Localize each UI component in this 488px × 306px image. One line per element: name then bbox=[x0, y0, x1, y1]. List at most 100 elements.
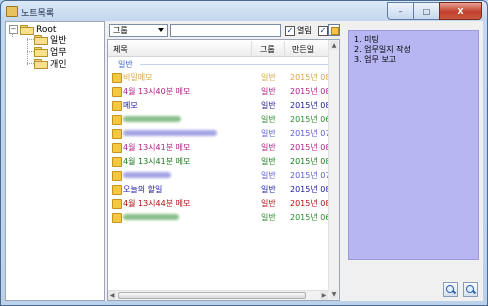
open-checkbox-label: 열림 bbox=[297, 26, 312, 35]
redacted-title bbox=[123, 172, 171, 178]
note-title: 4월 13시40분 메모 bbox=[123, 87, 191, 96]
note-created-date: 2015년 08월 bbox=[290, 73, 328, 82]
note-category: 일반 bbox=[261, 143, 276, 152]
note-created-date: 2015년 08월 bbox=[290, 87, 328, 96]
column-divider[interactable] bbox=[284, 41, 285, 55]
note-icon bbox=[112, 87, 122, 97]
list-header: 제목 그룹 만든일 bbox=[108, 40, 339, 57]
note-created-date: 2015년 08월 bbox=[290, 157, 328, 166]
group-header: 일반 bbox=[118, 60, 133, 69]
note-category: 일반 bbox=[261, 213, 276, 222]
vertical-scrollbar[interactable]: ▲ ▼ bbox=[328, 40, 339, 300]
window-controls: – □ X bbox=[387, 2, 482, 20]
tree-connector bbox=[27, 39, 34, 40]
note-icon bbox=[112, 101, 122, 111]
column-category[interactable]: 그룹 bbox=[260, 44, 275, 55]
redacted-title bbox=[123, 116, 181, 122]
note-category: 일반 bbox=[261, 101, 276, 110]
tree-connector bbox=[27, 51, 34, 52]
tree-node-personal[interactable]: 개인 bbox=[34, 58, 67, 70]
scroll-down-icon[interactable]: ▼ bbox=[330, 290, 338, 299]
group-divider bbox=[140, 64, 330, 65]
open-checkbox[interactable]: ✓ bbox=[285, 26, 295, 36]
secondary-checkbox[interactable]: ✓ bbox=[318, 26, 328, 36]
magnifier-handle bbox=[451, 289, 457, 295]
tree-node-label: 개인 bbox=[50, 60, 67, 70]
note-title: 4월 13시44분 메모 bbox=[123, 199, 191, 208]
folder-icon bbox=[20, 25, 34, 35]
folder-icon bbox=[34, 47, 48, 57]
column-created[interactable]: 만든일 bbox=[292, 44, 314, 55]
list-item[interactable]: 4월 13시44분 메모 일반 2015년 08월 bbox=[108, 196, 330, 210]
note-category: 일반 bbox=[261, 157, 276, 166]
chevron-down-icon bbox=[158, 28, 164, 32]
note-icon bbox=[112, 185, 122, 195]
group-select[interactable]: 그룹 bbox=[109, 24, 168, 37]
minimize-button[interactable]: – bbox=[387, 2, 414, 20]
note-icon bbox=[112, 143, 122, 153]
note-preview[interactable]: 1. 미팅 2. 업무일지 작성 3. 업무 보고 bbox=[348, 30, 479, 260]
close-button[interactable]: X bbox=[439, 2, 482, 20]
note-title: 4월 13시41분 메모 bbox=[123, 143, 191, 152]
column-title[interactable]: 제목 bbox=[113, 44, 128, 55]
search-input[interactable] bbox=[170, 24, 281, 37]
collapse-icon[interactable]: − bbox=[9, 25, 18, 34]
note-icon bbox=[112, 157, 122, 167]
magnifier-handle bbox=[471, 289, 477, 295]
redacted-title bbox=[123, 214, 179, 220]
note-icon bbox=[112, 213, 122, 223]
redacted-title bbox=[123, 130, 217, 136]
list-item[interactable]: 비밀메모 일반 2015년 08월 bbox=[108, 70, 330, 84]
folder-icon bbox=[34, 35, 48, 45]
list-item[interactable]: 4월 13시41분 메모 일반 2015년 08월 bbox=[108, 154, 330, 168]
scroll-left-icon[interactable]: ◀ bbox=[108, 291, 116, 300]
note-created-date: 2015년 08월 bbox=[290, 143, 328, 152]
note-icon bbox=[112, 199, 122, 209]
list-item[interactable]: 일반 2015년 06월 bbox=[108, 112, 330, 126]
folder-icon bbox=[34, 59, 48, 69]
note-category: 일반 bbox=[261, 73, 276, 82]
list-item[interactable]: 일반 2015년 06월 bbox=[108, 210, 330, 224]
note-icon bbox=[112, 171, 122, 181]
list-item[interactable]: 4월 13시40분 메모 일반 2015년 08월 bbox=[108, 84, 330, 98]
note-category: 일반 bbox=[261, 199, 276, 208]
note-created-date: 2015년 06월 bbox=[290, 213, 328, 222]
note-title: 4월 13시41분 메모 bbox=[123, 157, 191, 166]
note-created-date: 2015년 08월 bbox=[290, 101, 328, 110]
list-item[interactable]: 일반 2015년 07월 bbox=[108, 126, 330, 140]
tree-connector bbox=[27, 63, 34, 64]
scroll-up-icon[interactable]: ▲ bbox=[330, 41, 338, 50]
tree-node-work[interactable]: 업무 bbox=[34, 46, 67, 58]
note-created-date: 2015년 08월 bbox=[290, 199, 328, 208]
list-item[interactable]: 메모 일반 2015년 08월 bbox=[108, 98, 330, 112]
note-list[interactable]: 제목 그룹 만든일 일반 비밀메모일반2015년 08월4월 13시40분 메모… bbox=[107, 39, 340, 301]
zoom-out-button[interactable] bbox=[463, 282, 478, 297]
window-title: 노트목록 bbox=[21, 9, 55, 19]
view-toggle-button[interactable] bbox=[328, 24, 340, 36]
note-category: 일반 bbox=[261, 171, 276, 180]
column-divider[interactable] bbox=[251, 41, 252, 55]
tree-node-general[interactable]: 일반 bbox=[34, 34, 67, 46]
group-select-value: 그룹 bbox=[113, 26, 128, 35]
list-item[interactable]: 오늘의 할일 일반 2015년 08월 bbox=[108, 182, 330, 196]
note-title: 오늘의 할일 bbox=[123, 185, 163, 194]
title-bar: 노트목록 – □ X bbox=[1, 1, 487, 21]
note-title: 메모 bbox=[123, 101, 138, 110]
horizontal-scroll-thumb[interactable] bbox=[118, 292, 306, 299]
maximize-button[interactable]: □ bbox=[413, 2, 440, 20]
scroll-right-icon[interactable]: ▶ bbox=[320, 291, 328, 300]
note-list-window: 노트목록 – □ X − Root 일반 업무 개인 그룹 ✓ 열림 ✓ 제목 … bbox=[0, 0, 488, 306]
note-category: 일반 bbox=[261, 129, 276, 138]
list-item[interactable]: 일반 2015년 07월 bbox=[108, 168, 330, 182]
list-item[interactable]: 4월 13시41분 메모 일반 2015년 08월 bbox=[108, 140, 330, 154]
folder-tree[interactable]: − Root 일반 업무 개인 bbox=[5, 21, 105, 301]
note-icon bbox=[112, 129, 122, 139]
zoom-in-button[interactable] bbox=[443, 282, 458, 297]
note-line: 3. 업무 보고 bbox=[354, 55, 397, 64]
list-panel: 그룹 ✓ 열림 ✓ 제목 그룹 만든일 일반 비밀메모일반2015년 08월4월… bbox=[107, 21, 340, 301]
note-created-date: 2015년 07월 bbox=[290, 171, 328, 180]
note-category: 일반 bbox=[261, 115, 276, 124]
note-icon bbox=[112, 115, 122, 125]
horizontal-scrollbar[interactable]: ◀ ▶ bbox=[108, 290, 329, 300]
note-title: 비밀메모 bbox=[123, 73, 153, 82]
